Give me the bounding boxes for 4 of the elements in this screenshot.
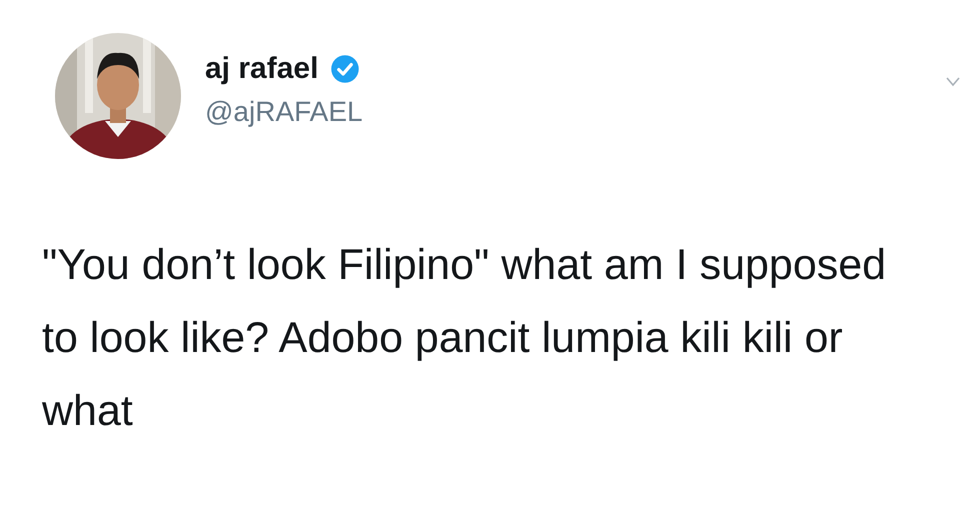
author-name: aj rafael bbox=[205, 52, 318, 86]
chevron-down-icon[interactable] bbox=[946, 77, 960, 87]
tweet-text: "You don’t look Filipino" what am I supposed to look like? Adobo pancit lumpia kili kili or what bbox=[42, 240, 888, 437]
author-handle: @ajRAFAEL bbox=[205, 96, 363, 128]
